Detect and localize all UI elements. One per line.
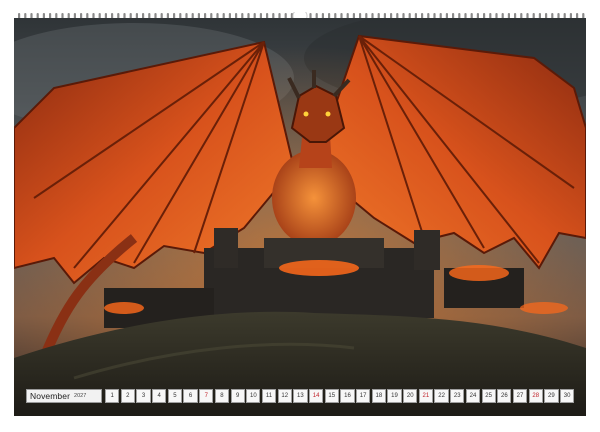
day-cell: 14	[308, 389, 324, 403]
calendar-strip: November 2027 1 2 3 4 5 6 7 8 9 10 11 12 13 14 15 16 17 1…	[26, 389, 575, 403]
day-cell: 27	[512, 389, 528, 403]
day-cell: 5	[167, 389, 183, 403]
day-cell: 22	[434, 389, 449, 403]
day-cell: 25	[481, 389, 496, 403]
day-cell: 12	[277, 389, 292, 403]
day-cell: 29	[544, 389, 559, 403]
day-cell: 11	[261, 389, 277, 403]
day-cell: 16	[340, 389, 355, 403]
day-cell: 19	[387, 389, 402, 403]
day-cell: 24	[465, 389, 481, 403]
day-cell: 23	[450, 389, 465, 403]
day-cell: 1	[105, 389, 120, 403]
day-cell: 26	[497, 389, 512, 403]
day-cell: 20	[403, 389, 418, 403]
day-cells: 1 2 3 4 5 6 7 8 9 10 11 12 13 14 15 16 17 18 19 20 21 22 23 24 2…	[105, 389, 575, 403]
day-cell: 4	[152, 389, 167, 403]
day-cell: 18	[371, 389, 386, 403]
year: 2027	[74, 393, 87, 399]
day-cell: 8	[214, 389, 230, 403]
month-name: November	[30, 391, 71, 401]
day-cell: 15	[324, 389, 339, 403]
day-cell: 10	[246, 389, 261, 403]
day-cell: 9	[230, 389, 245, 403]
day-cell: 30	[559, 389, 575, 403]
day-cell: 3	[136, 389, 151, 403]
day-cell: 13	[293, 389, 308, 403]
day-cell: 2	[120, 389, 135, 403]
day-cell: 7	[199, 389, 214, 403]
day-cell: 21	[418, 389, 434, 403]
day-cell: 6	[183, 389, 198, 403]
day-cell: 17	[356, 389, 371, 403]
day-cell: 28	[528, 389, 543, 403]
calendar-artwork	[14, 18, 586, 416]
month-label: November 2027	[26, 389, 102, 403]
